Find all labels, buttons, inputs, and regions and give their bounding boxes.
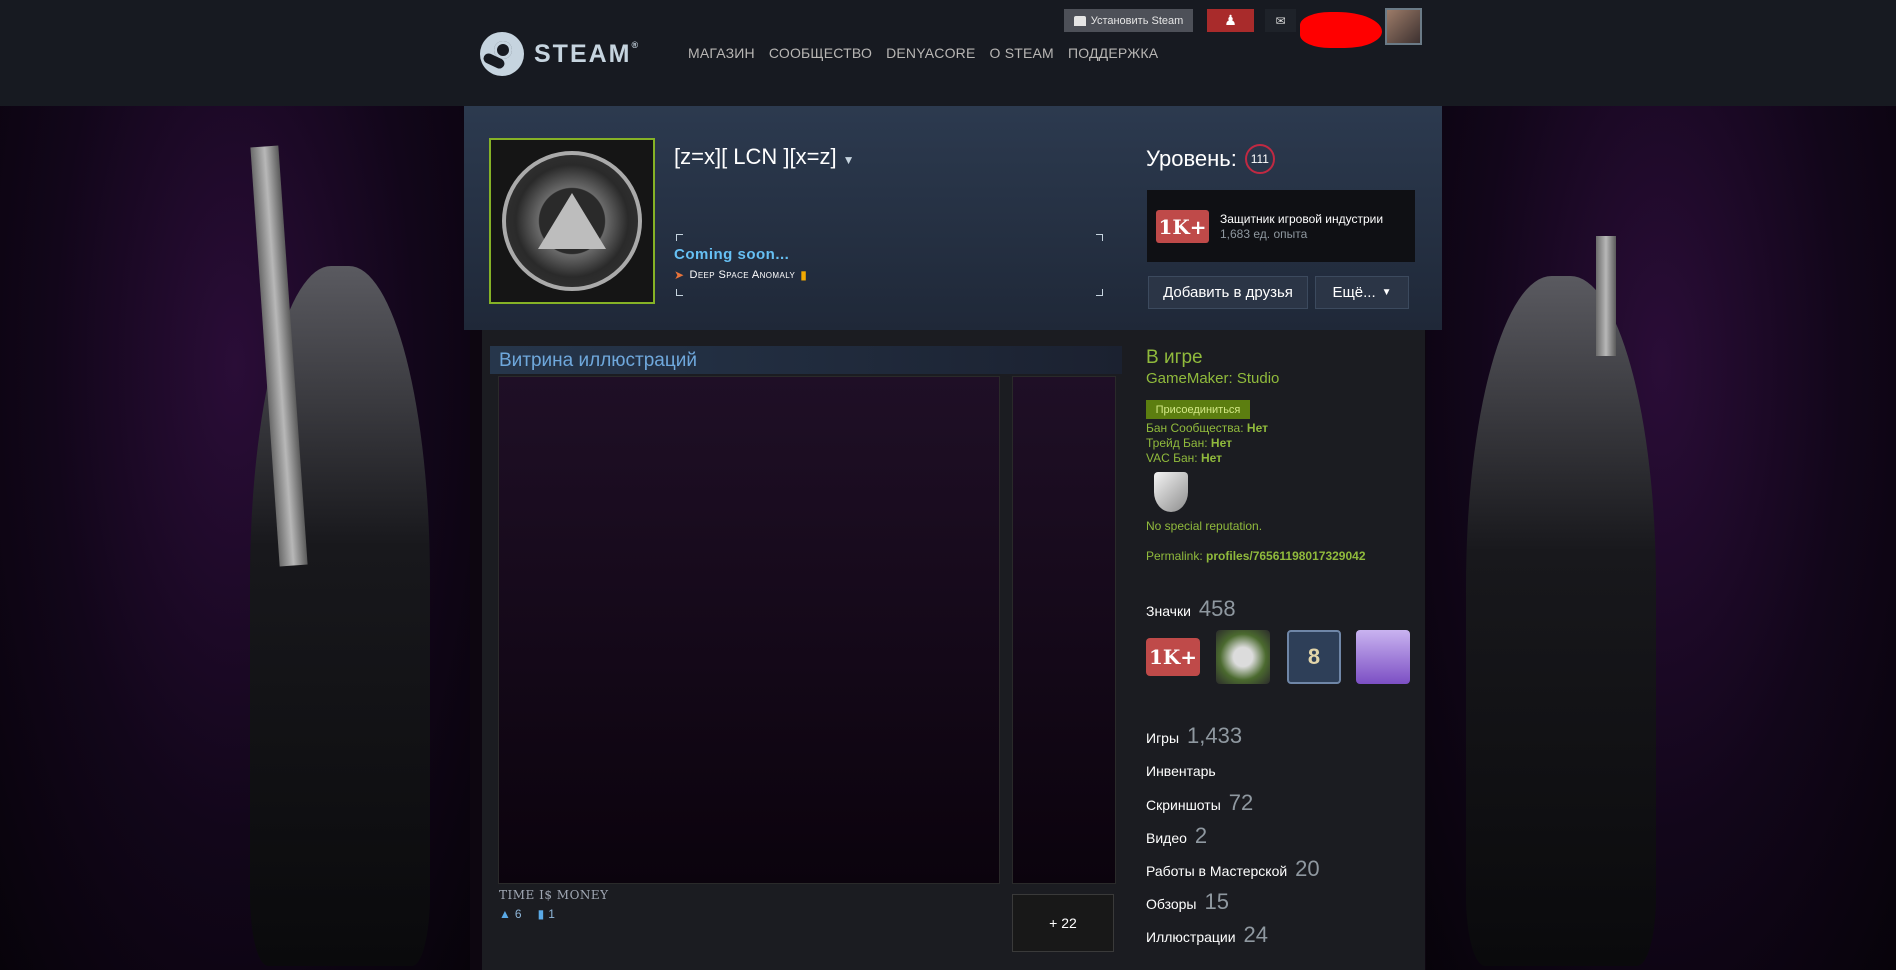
artwork-showcase: Витрина иллюстраций TIME I$ MONEY ▲ 6 ▮ 1 …: [490, 346, 1122, 966]
world-badge-icon[interactable]: [1216, 630, 1270, 684]
background-figure-right: [1466, 276, 1656, 966]
registered-mark: ®: [631, 39, 641, 50]
join-game-button[interactable]: Присоединиться: [1146, 400, 1250, 419]
permalink-value: profiles/76561198017329042: [1206, 549, 1366, 563]
install-steam-label: Установить Steam: [1090, 14, 1184, 27]
more-artwork-button[interactable]: + 22: [1012, 894, 1114, 952]
badges-count: 458: [1198, 596, 1236, 621]
steam-logo-text: STEAM: [534, 39, 632, 68]
permalink-label: Permalink:: [1146, 549, 1203, 563]
profile-summary: [676, 234, 1103, 296]
summary-game-text: Deep Space Anomaly: [689, 269, 796, 281]
add-friend-button[interactable]: Добавить в друзья: [1148, 276, 1308, 309]
stat-workshop[interactable]: Работы в Мастерской 20: [1146, 856, 1320, 882]
online-status: В игре: [1146, 347, 1203, 368]
more-actions-button[interactable]: Ещё... ▼: [1315, 276, 1409, 309]
more-actions-label: Ещё...: [1332, 284, 1376, 301]
nav-community[interactable]: СООБЩЕСТВО: [769, 45, 872, 61]
secondary-artwork[interactable]: [1012, 376, 1116, 884]
stat-reviews[interactable]: Обзоры 15: [1146, 889, 1229, 915]
level-label: Уровень:: [1146, 146, 1237, 171]
gift-badge-icon[interactable]: [1356, 630, 1410, 684]
more-artwork-label: + 22: [1049, 915, 1077, 931]
profile-avatar[interactable]: [489, 138, 655, 304]
ban-trade-value: Нет: [1210, 436, 1232, 450]
reputation-text: No special reputation.: [1146, 519, 1263, 533]
ban-vac: VAC Бан: Нет: [1146, 451, 1223, 465]
download-icon: [1073, 15, 1086, 26]
ban-community: Бан Сообщества: Нет: [1146, 421, 1268, 435]
ban-vac-value: Нет: [1200, 451, 1223, 465]
persona-name[interactable]: [z=x][ LCN ][x=z] ▼: [674, 144, 855, 170]
showcase-title: Витрина иллюстраций: [499, 350, 697, 371]
artwork-title[interactable]: TIME I$ MONEY: [499, 888, 609, 902]
global-header: STEAM® МАГАЗИН СООБЩЕСТВО DENYACORE О ST…: [0, 0, 1896, 106]
summary-coming-soon: Coming soon...: [674, 246, 790, 263]
showcase-header: Витрина иллюстраций: [490, 346, 1122, 374]
summary-game-line: ➤ Deep Space Anomaly ▮: [674, 268, 807, 282]
exclamation-emoticon-icon: ▮: [800, 268, 808, 282]
stat-inventory[interactable]: Инвентарь: [1146, 763, 1216, 779]
1k-plus-badge-icon: 1K+: [1156, 210, 1209, 243]
pistol-graphic: [1596, 236, 1616, 356]
nav-store[interactable]: МАГАЗИН: [688, 45, 755, 61]
featured-badge-name: Защитник игровой индустрии: [1220, 212, 1384, 226]
comment-icon: ▮: [537, 907, 545, 921]
steam-logo[interactable]: STEAM®: [480, 30, 640, 78]
envelope-icon: ✉: [1275, 13, 1286, 28]
ban-community-value: Нет: [1246, 421, 1268, 435]
join-game-label: Присоединиться: [1155, 403, 1241, 416]
featured-artwork[interactable]: [498, 376, 1000, 884]
eight-badge-icon[interactable]: 8: [1287, 630, 1341, 684]
add-friend-label: Добавить в друзья: [1163, 284, 1293, 301]
friends-notification-button[interactable]: ♟: [1207, 9, 1254, 32]
steam-logo-icon: [480, 32, 524, 76]
featured-badge-xp: 1,683 ед. опыта: [1220, 227, 1308, 241]
ban-trade: Трейд Бан: Нет: [1146, 436, 1232, 450]
stat-games[interactable]: Игры 1,433: [1146, 723, 1242, 749]
permalink[interactable]: Permalink: profiles/76561198017329042: [1146, 549, 1366, 563]
profile-background-left: [0, 106, 470, 970]
chevron-down-icon: ▼: [1381, 287, 1392, 298]
featured-badge[interactable]: 1K+ Защитник игровой индустрии 1,683 ед.…: [1147, 190, 1415, 262]
current-game[interactable]: GameMaker: Studio: [1146, 370, 1279, 387]
chevron-down-icon: ▼: [842, 153, 855, 167]
badges-label: Значки: [1146, 603, 1191, 619]
badges-link[interactable]: Значки 458: [1146, 596, 1236, 622]
nav-username[interactable]: DENYACORE: [886, 45, 975, 61]
artwork-comments: 1: [548, 907, 555, 921]
artwork-likes: 6: [514, 907, 522, 921]
nav-about[interactable]: О STEAM: [990, 45, 1054, 61]
inbox-button[interactable]: ✉: [1265, 9, 1296, 32]
artwork-stats: ▲ 6 ▮ 1: [499, 907, 555, 921]
install-steam-button[interactable]: Установить Steam: [1064, 9, 1193, 32]
user-avatar[interactable]: [1385, 8, 1422, 45]
illuminati-seal-icon: [502, 151, 642, 291]
raygun-emoticon-icon: ➤: [674, 268, 685, 282]
persona-name-text: [z=x][ LCN ][x=z]: [674, 144, 837, 169]
thumbs-up-icon: ▲: [499, 907, 511, 921]
friends-icon: ♟: [1224, 12, 1237, 28]
main-nav: МАГАЗИН СООБЩЕСТВО DENYACORE О STEAM ПОД…: [688, 45, 1172, 61]
shield-icon: [1154, 472, 1188, 512]
stat-artwork[interactable]: Иллюстрации 24: [1146, 922, 1268, 948]
redacted-account-name[interactable]: [1300, 12, 1382, 48]
profile-background-right: [1426, 106, 1896, 970]
stat-screenshots[interactable]: Скриншоты 72: [1146, 790, 1253, 816]
profile-level: Уровень: 111: [1146, 144, 1275, 174]
stat-videos[interactable]: Видео 2: [1146, 823, 1207, 849]
nav-support[interactable]: ПОДДЕРЖКА: [1068, 45, 1158, 61]
level-value[interactable]: 111: [1244, 144, 1275, 174]
1k-plus-badge-icon[interactable]: 1K+: [1146, 638, 1200, 676]
